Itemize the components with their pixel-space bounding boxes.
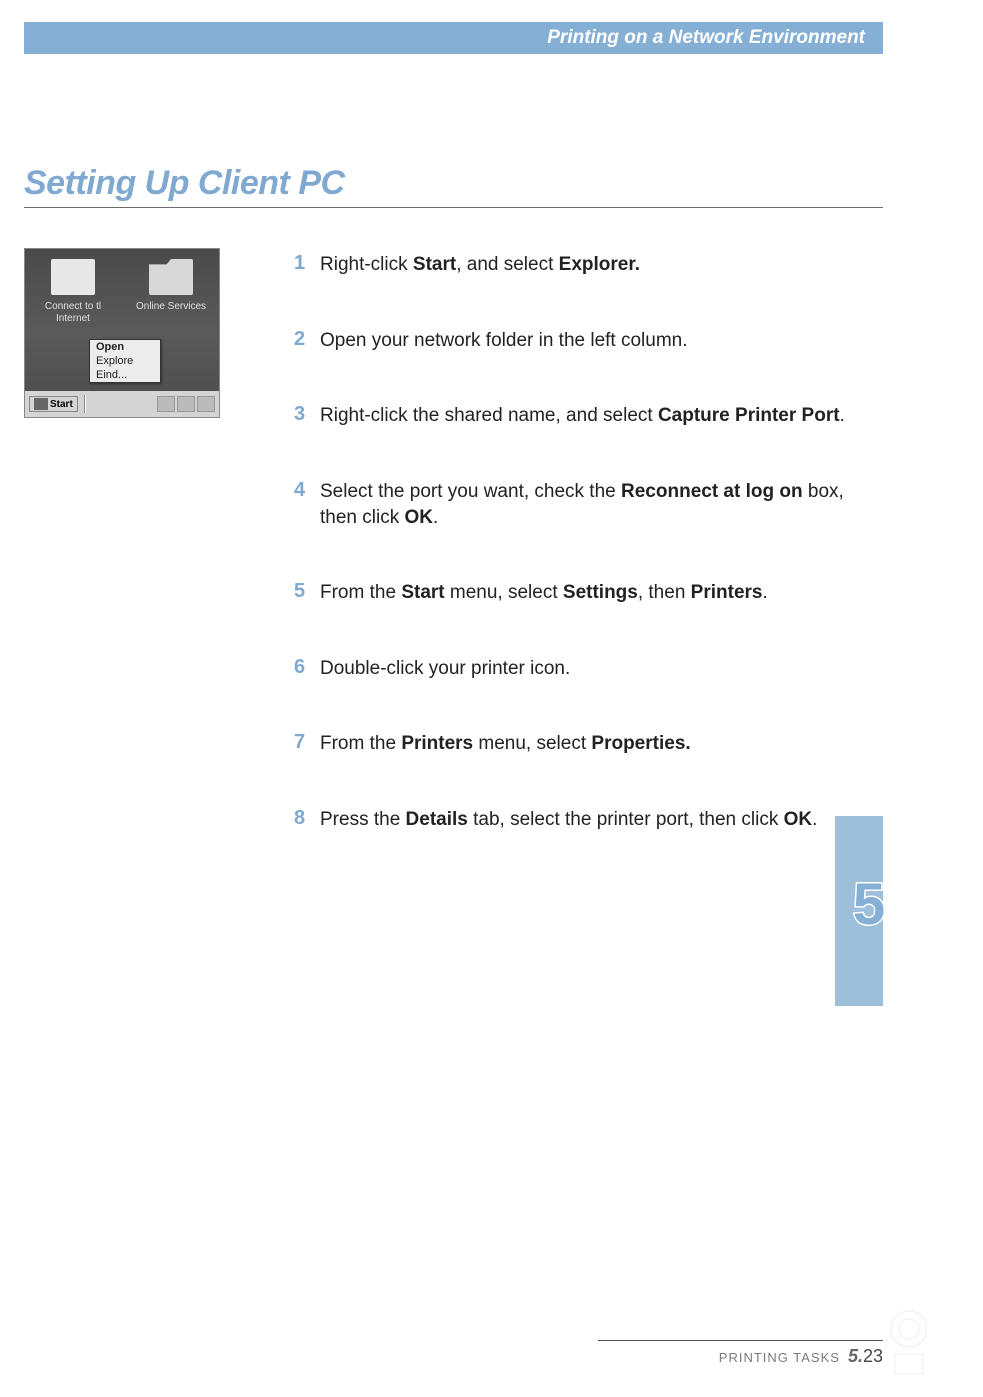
title-underline	[24, 207, 883, 208]
step-number: 3	[294, 403, 320, 426]
section-title: Setting Up Client PC	[24, 164, 345, 203]
footer-chapter: 5.	[848, 1346, 863, 1366]
step-number: 7	[294, 731, 320, 754]
chapter-number-icon: 5 5	[837, 870, 901, 940]
step-row: 2Open your network folder in the left co…	[294, 328, 873, 354]
step-text: Open your network folder in the left col…	[320, 328, 688, 354]
chapter-number-fill: 5	[853, 872, 885, 937]
step-text: Right-click Start, and select Explorer.	[320, 252, 640, 278]
step-number: 6	[294, 656, 320, 679]
step-row: 5From the Start menu, select Settings, t…	[294, 580, 873, 606]
tray-icon	[177, 396, 195, 412]
footer-line	[598, 1340, 883, 1341]
desktop-icon-label: Connect to tl Internet	[33, 301, 113, 325]
step-row: 3Right-click the shared name, and select…	[294, 403, 873, 429]
start-button-label: Start	[50, 399, 73, 410]
step-text: Double-click your printer icon.	[320, 656, 570, 682]
footer: PRINTING TASKS 5.23	[719, 1346, 883, 1367]
connect-internet-icon	[51, 259, 95, 295]
context-menu-item: Explore	[90, 354, 160, 368]
start-button: Start	[29, 396, 78, 412]
step-row: 6Double-click your printer icon.	[294, 656, 873, 682]
step-text: Select the port you want, check the Reco…	[320, 479, 873, 530]
desktop-icons-row: Connect to tl Internet Online Services	[25, 249, 219, 329]
chapter-badge: 5 5	[837, 870, 901, 940]
step-row: 7From the Printers menu, select Properti…	[294, 731, 873, 757]
steps-list: 1Right-click Start, and select Explorer.…	[294, 252, 873, 883]
footer-corner-graphic	[885, 1299, 927, 1379]
step-number: 5	[294, 580, 320, 603]
folder-icon	[149, 259, 193, 295]
windows-logo-icon	[34, 398, 48, 410]
step-number: 4	[294, 479, 320, 502]
desktop-icon-label: Online Services	[136, 301, 206, 313]
footer-page: 23	[863, 1346, 883, 1366]
step-text: From the Printers menu, select Propertie…	[320, 731, 691, 757]
desktop-icon: Connect to tl Internet	[33, 259, 113, 325]
step-number: 1	[294, 252, 320, 275]
inline-screenshot: Connect to tl Internet Online Services O…	[24, 248, 220, 418]
taskbar-tray	[157, 396, 215, 412]
step-row: 8Press the Details tab, select the print…	[294, 807, 873, 833]
desktop-icon: Online Services	[131, 259, 211, 325]
footer-label: PRINTING TASKS	[719, 1350, 840, 1365]
tray-icon	[197, 396, 215, 412]
step-text: Right-click the shared name, and select …	[320, 403, 845, 429]
header-bar: Printing on a Network Environment	[24, 22, 883, 54]
context-menu-item: Open	[90, 340, 160, 354]
step-number: 8	[294, 807, 320, 830]
tray-icon	[157, 396, 175, 412]
taskbar-separator	[84, 395, 86, 413]
step-text: Press the Details tab, select the printe…	[320, 807, 817, 833]
context-menu-item: Eind...	[90, 368, 160, 382]
context-menu: Open Explore Eind...	[89, 339, 161, 383]
header-title: Printing on a Network Environment	[547, 27, 865, 49]
step-row: 4Select the port you want, check the Rec…	[294, 479, 873, 530]
step-text: From the Start menu, select Settings, th…	[320, 580, 768, 606]
step-row: 1Right-click Start, and select Explorer.	[294, 252, 873, 278]
taskbar: Start	[25, 391, 219, 417]
step-number: 2	[294, 328, 320, 351]
